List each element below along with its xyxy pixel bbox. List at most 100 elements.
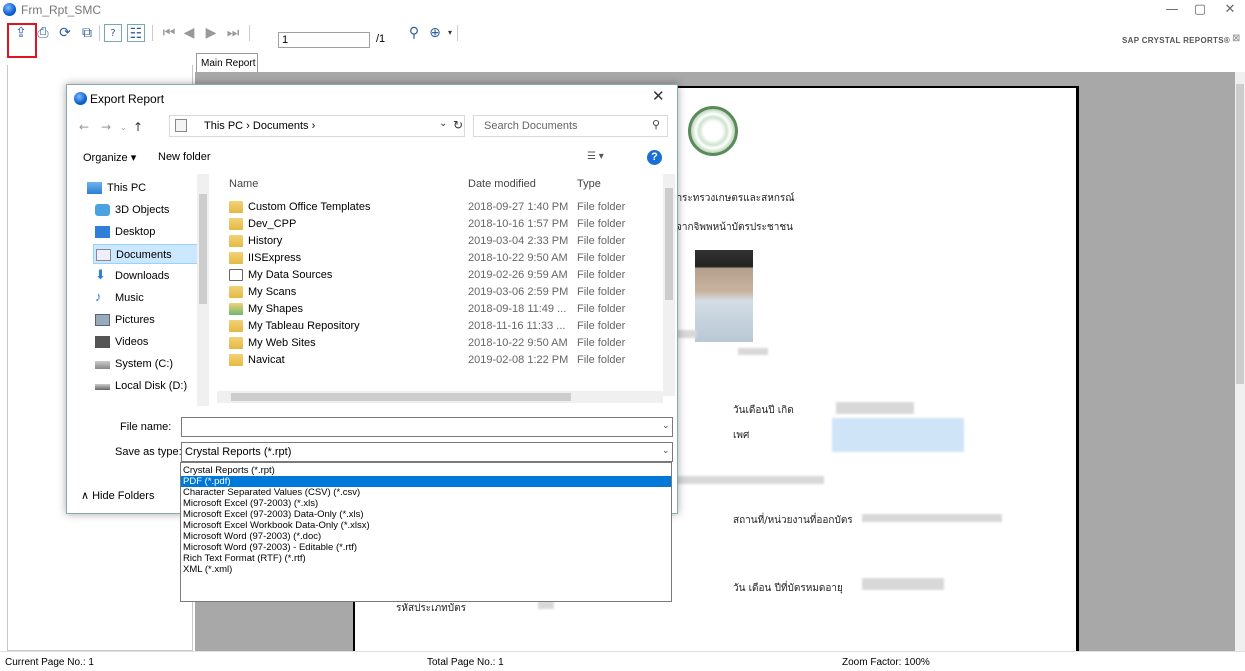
scrollbar-thumb[interactable]	[199, 194, 207, 304]
save-as-type-select[interactable]: Crystal Reports (*.rpt)	[181, 442, 673, 462]
shapes-folder-icon	[229, 303, 243, 315]
save-as-type-dropdown: Crystal Reports (*.rpt) PDF (*.pdf) Char…	[180, 462, 672, 602]
view-options-icon[interactable]: ☰ ▾	[587, 151, 604, 162]
file-row[interactable]: My Scans 2019-03-06 2:59 PM File folder	[217, 284, 663, 301]
folder-icon	[229, 252, 243, 264]
chevron-down-icon[interactable]: ⌄	[662, 420, 670, 431]
file-row[interactable]: My Tableau Repository 2018-11-16 11:33 ..…	[217, 318, 663, 335]
save-type-option[interactable]: Microsoft Excel (97-2003) Data-Only (*.x…	[181, 509, 671, 520]
toolbar-separator	[152, 25, 153, 41]
redacted-text	[677, 330, 697, 338]
up-icon[interactable]: ↑	[133, 120, 143, 134]
recent-locations-icon[interactable]: ⌄	[120, 123, 127, 132]
column-header-type[interactable]: Type	[577, 178, 601, 190]
file-row[interactable]: My Shapes 2018-09-18 11:49 ... File folder	[217, 301, 663, 318]
save-type-option[interactable]: Crystal Reports (*.rpt)	[181, 465, 671, 476]
file-row[interactable]: History 2019-03-04 2:33 PM File folder	[217, 233, 663, 250]
folder-icon	[229, 354, 243, 366]
save-type-option-selected[interactable]: PDF (*.pdf)	[181, 476, 671, 487]
sidebar-item-documents[interactable]: Documents	[93, 244, 207, 264]
scrollbar-thumb[interactable]	[231, 393, 571, 401]
redacted-value	[836, 402, 914, 414]
file-name-field[interactable]	[181, 417, 673, 437]
file-row[interactable]: Navicat 2019-02-08 1:22 PM File folder	[217, 352, 663, 369]
pictures-icon	[95, 314, 110, 326]
close-icon[interactable]: ✕	[1212, 0, 1245, 20]
copy-icon[interactable]: ⧉	[78, 24, 96, 42]
save-type-option[interactable]: XML (*.xml)	[181, 564, 671, 575]
current-page-status: Current Page No.: 1	[5, 657, 94, 668]
save-type-option[interactable]: Rich Text Format (RTF) (*.rtf)	[181, 553, 671, 564]
find-icon[interactable]: ⚲	[405, 24, 423, 42]
next-page-icon[interactable]: ▶	[202, 24, 220, 42]
sidebar-item-videos[interactable]: Videos	[93, 332, 207, 352]
new-folder-button[interactable]: New folder	[158, 151, 211, 163]
folder-icon	[229, 337, 243, 349]
chevron-down-icon[interactable]: ⌄	[439, 118, 447, 129]
chevron-down-icon[interactable]: ⌄	[662, 445, 670, 456]
dialog-title: Export Report	[90, 92, 165, 106]
total-page-status: Total Page No.: 1	[427, 657, 504, 668]
refresh-icon[interactable]: ↻	[453, 118, 463, 132]
save-type-option[interactable]: Character Separated Values (CSV) (*.csv)	[181, 487, 671, 498]
sidebar-item-music[interactable]: ♪ Music	[93, 288, 207, 308]
sidebar-item-local-disk-d[interactable]: Local Disk (D:)	[93, 376, 207, 396]
nav-scrollbar[interactable]	[197, 174, 209, 406]
folder-icon	[229, 218, 243, 230]
column-header-date[interactable]: Date modified	[468, 178, 536, 190]
scrollbar-thumb[interactable]	[1236, 84, 1244, 384]
last-page-icon[interactable]: ⏭	[224, 24, 242, 42]
first-page-icon[interactable]: ⏮	[160, 24, 178, 42]
sidebar-item-pictures[interactable]: Pictures	[93, 310, 207, 330]
navigation-pane: This PC 3D Objects Desktop Documents ⬇ Do…	[81, 174, 207, 406]
redacted-text	[676, 476, 824, 484]
help-icon[interactable]: ?	[104, 24, 122, 42]
back-icon[interactable]: ←	[79, 120, 89, 134]
forward-icon[interactable]: →	[101, 120, 111, 134]
search-input[interactable]: Search Documents	[473, 115, 668, 137]
refresh-icon[interactable]: ⟳	[56, 24, 74, 42]
report-subheading-line: จากจิพพหน้าบัตรประชาชน	[676, 222, 793, 233]
sidebar-item-downloads[interactable]: ⬇ Downloads	[93, 266, 207, 286]
file-row[interactable]: IISExpress 2018-10-22 9:50 AM File folder	[217, 250, 663, 267]
address-bar[interactable]: This PC › Documents ›	[169, 115, 465, 137]
redacted-text	[738, 348, 768, 355]
file-list-scrollbar[interactable]	[663, 174, 675, 396]
previous-page-icon[interactable]: ◀	[180, 24, 198, 42]
organize-button[interactable]: Organize ▾	[83, 151, 136, 164]
file-row[interactable]: Dev_CPP 2018-10-16 1:57 PM File folder	[217, 216, 663, 233]
documents-icon	[175, 119, 187, 132]
page-number-input[interactable]: 1	[278, 32, 370, 48]
column-header-name[interactable]: Name	[229, 178, 258, 190]
file-row[interactable]: Custom Office Templates 2018-09-27 1:40 P…	[217, 199, 663, 216]
app-icon	[3, 3, 16, 16]
close-panel-icon[interactable]: ⊠	[1232, 33, 1240, 44]
report-scrollbar[interactable]	[1235, 72, 1245, 651]
hide-folders-button[interactable]: ∧ Hide Folders	[81, 489, 154, 502]
tab-main-report[interactable]: Main Report	[196, 53, 258, 72]
help-icon[interactable]: ?	[647, 150, 662, 165]
sidebar-item-system-c[interactable]: System (C:)	[93, 354, 207, 374]
computer-icon	[87, 182, 102, 194]
sidebar-item-3d-objects[interactable]: 3D Objects	[93, 200, 207, 220]
toolbar-separator	[99, 25, 100, 41]
save-type-option[interactable]: Microsoft Excel Workbook Data-Only (*.xl…	[181, 520, 671, 531]
close-icon[interactable]: ✕	[652, 87, 665, 105]
save-type-option[interactable]: Microsoft Word (97-2003) (*.doc)	[181, 531, 671, 542]
save-type-option[interactable]: Microsoft Word (97-2003) - Editable (*.r…	[181, 542, 671, 553]
title-bar: Frm_Rpt_SMC — ▢ ✕	[0, 0, 1245, 20]
data-source-icon	[229, 269, 243, 281]
save-type-option[interactable]: Microsoft Excel (97-2003) (*.xls)	[181, 498, 671, 509]
toolbar-separator	[249, 25, 250, 41]
file-name-label: File name:	[120, 421, 172, 433]
seal-logo	[688, 106, 738, 156]
file-row[interactable]: My Web Sites 2018-10-22 9:50 AM File folde…	[217, 335, 663, 352]
scrollbar-thumb[interactable]	[665, 188, 673, 300]
group-tree-icon[interactable]: ☷	[127, 24, 145, 42]
sidebar-item-this-pc[interactable]: This PC	[85, 178, 203, 198]
sidebar-item-desktop[interactable]: Desktop	[93, 222, 207, 242]
horizontal-scrollbar[interactable]	[217, 391, 663, 403]
file-row[interactable]: My Data Sources 2019-02-26 9:59 AM File fo…	[217, 267, 663, 284]
documents-icon	[96, 249, 111, 261]
cube-icon	[95, 204, 110, 216]
